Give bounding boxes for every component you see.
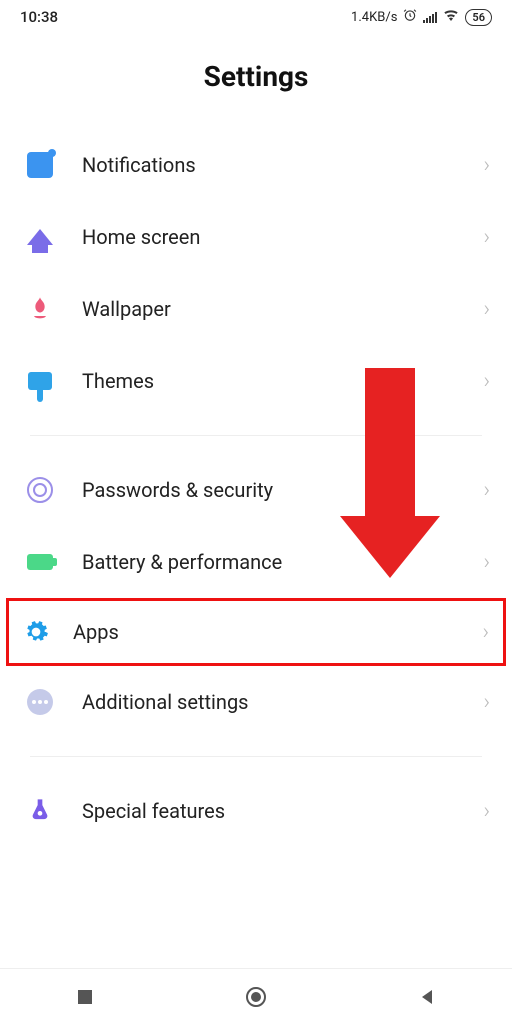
- settings-item-special-features[interactable]: Special features ›: [8, 775, 504, 847]
- more-icon: [22, 684, 58, 720]
- battery-indicator: 56: [465, 9, 492, 26]
- settings-item-apps[interactable]: Apps ›: [6, 598, 506, 666]
- fingerprint-icon: [22, 472, 58, 508]
- settings-list: Notifications › Home screen › Wallpaper …: [0, 129, 512, 847]
- home-button[interactable]: [242, 983, 270, 1011]
- signal-icon: [423, 11, 437, 23]
- gear-icon: [23, 619, 49, 645]
- settings-item-themes[interactable]: Themes ›: [8, 345, 504, 417]
- network-speed: 1.4KB/s: [351, 10, 397, 25]
- chevron-right-icon: ›: [483, 550, 490, 575]
- settings-item-label: Battery & performance: [82, 550, 483, 574]
- settings-item-label: Additional settings: [82, 690, 483, 714]
- settings-item-label: Themes: [82, 369, 483, 393]
- battery-icon: [22, 544, 58, 580]
- chevron-right-icon: ›: [483, 478, 490, 503]
- page-header: Settings: [0, 30, 512, 129]
- section-divider: [30, 435, 482, 436]
- back-button[interactable]: [413, 983, 441, 1011]
- wallpaper-icon: [22, 291, 58, 327]
- settings-item-label: Home screen: [82, 225, 483, 249]
- settings-item-label: Apps: [73, 620, 482, 644]
- settings-item-label: Passwords & security: [82, 478, 483, 502]
- wifi-icon: [443, 9, 459, 25]
- chevron-right-icon: ›: [483, 225, 490, 250]
- chevron-right-icon: ›: [483, 799, 490, 824]
- chevron-right-icon: ›: [483, 369, 490, 394]
- settings-item-battery-performance[interactable]: Battery & performance ›: [8, 526, 504, 598]
- settings-item-label: Special features: [82, 799, 483, 823]
- home-icon: [22, 219, 58, 255]
- settings-item-label: Notifications: [82, 153, 483, 177]
- navigation-bar: [0, 968, 512, 1024]
- themes-icon: [22, 363, 58, 399]
- status-indicators: 1.4KB/s 56: [351, 8, 492, 26]
- alarm-icon: [403, 8, 417, 26]
- chevron-right-icon: ›: [483, 297, 490, 322]
- section-divider: [30, 756, 482, 757]
- settings-item-label: Wallpaper: [82, 297, 483, 321]
- settings-item-wallpaper[interactable]: Wallpaper ›: [8, 273, 504, 345]
- chevron-right-icon: ›: [483, 153, 490, 178]
- settings-item-home-screen[interactable]: Home screen ›: [8, 201, 504, 273]
- settings-item-additional-settings[interactable]: Additional settings ›: [8, 666, 504, 738]
- settings-item-passwords-security[interactable]: Passwords & security ›: [8, 454, 504, 526]
- flask-icon: [22, 793, 58, 829]
- page-title: Settings: [0, 60, 512, 93]
- settings-item-notifications[interactable]: Notifications ›: [8, 129, 504, 201]
- chevron-right-icon: ›: [482, 620, 489, 645]
- notifications-icon: [22, 147, 58, 183]
- status-time: 10:38: [20, 8, 58, 26]
- recent-apps-button[interactable]: [71, 983, 99, 1011]
- status-bar: 10:38 1.4KB/s 56: [0, 0, 512, 30]
- chevron-right-icon: ›: [483, 690, 490, 715]
